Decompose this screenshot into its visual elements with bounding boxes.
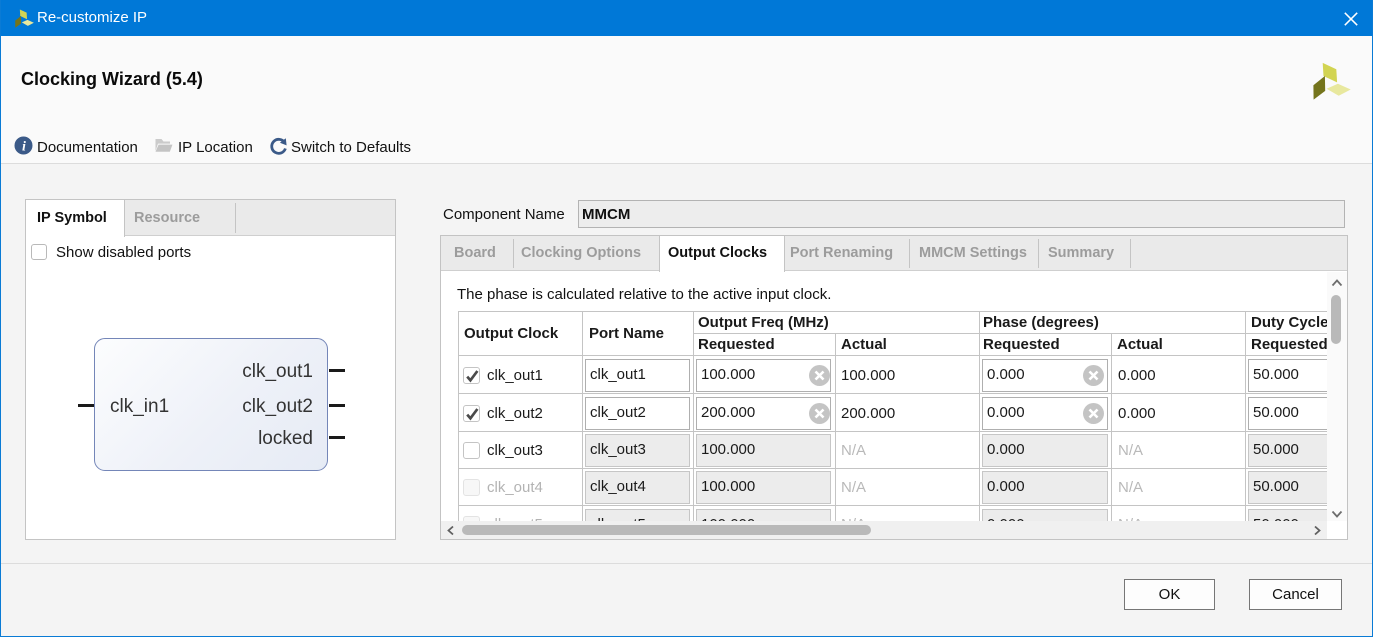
svg-text:i: i: [22, 139, 26, 154]
